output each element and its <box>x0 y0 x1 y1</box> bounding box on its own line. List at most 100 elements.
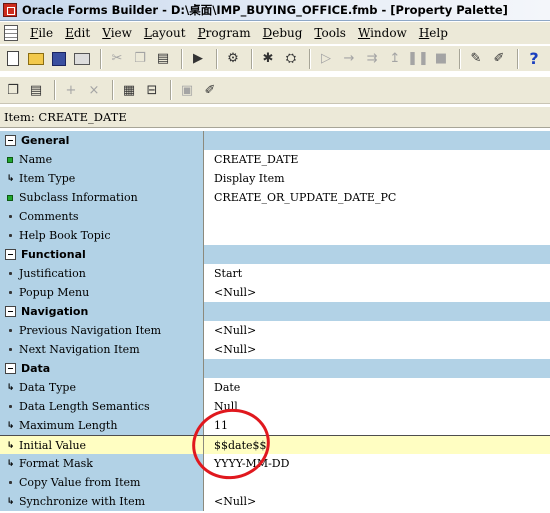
union-intersection-icon[interactable]: ▣ <box>177 80 197 100</box>
menu-view[interactable]: View <box>96 26 138 40</box>
add-property-icon[interactable]: + <box>61 80 81 100</box>
section-functional[interactable]: Functional <box>0 245 550 264</box>
step-into-icon[interactable]: → <box>339 49 359 69</box>
property-row[interactable]: ↳ Data Type Date <box>0 378 550 397</box>
default-dot-icon <box>9 481 12 484</box>
default-dot-icon <box>9 291 12 294</box>
cut-icon[interactable]: ✂ <box>107 49 127 69</box>
green-square-icon <box>7 194 13 201</box>
property-row-selected[interactable]: ↳ Initial Value $$date$$ <box>0 435 550 455</box>
property-value[interactable]: YYYY-MM-DD <box>204 454 550 473</box>
title-bar: Oracle Forms Builder - D:\桌面\IMP_BUYING_… <box>0 0 550 21</box>
toolbar-separator <box>251 48 253 69</box>
property-value[interactable] <box>204 473 550 492</box>
toolbar-separator <box>216 48 218 69</box>
stop-icon[interactable]: ■ <box>431 49 451 69</box>
toolbar-separator <box>459 48 461 69</box>
property-class-icon[interactable]: ▦ <box>119 80 139 100</box>
paste-properties-icon[interactable]: ▤ <box>26 80 46 100</box>
property-value[interactable]: CREATE_DATE <box>204 150 550 169</box>
property-row[interactable]: ↳ Maximum Length 11 <box>0 416 550 435</box>
property-value[interactable] <box>204 226 550 245</box>
new-icon[interactable] <box>3 49 23 69</box>
toolbar-separator <box>517 48 519 69</box>
delete-property-icon[interactable]: × <box>84 80 104 100</box>
open-icon[interactable] <box>26 49 46 69</box>
freeze-icon[interactable]: ✐ <box>200 80 220 100</box>
property-value[interactable]: 11 <box>204 416 550 435</box>
print-icon[interactable] <box>72 49 92 69</box>
menu-edit[interactable]: Edit <box>59 26 96 40</box>
wizard-icon[interactable]: ✎ <box>466 49 486 69</box>
property-row[interactable]: Data Length Semantics Null <box>0 397 550 416</box>
property-value[interactable]: <Null> <box>204 492 550 511</box>
property-value[interactable]: <Null> <box>204 283 550 302</box>
toolbar-separator <box>54 80 56 100</box>
menu-help[interactable]: Help <box>413 26 454 40</box>
go-icon[interactable]: ▷ <box>316 49 336 69</box>
section-general[interactable]: General <box>0 131 550 150</box>
property-row[interactable]: Next Navigation Item <Null> <box>0 340 550 359</box>
property-row[interactable]: Previous Navigation Item <Null> <box>0 321 550 340</box>
layout-wizard-icon[interactable]: ✐ <box>489 49 509 69</box>
compile-icon[interactable]: ⚙ <box>223 49 243 69</box>
initial-value-field[interactable]: $$date$$ <box>204 436 550 455</box>
section-data[interactable]: Data <box>0 359 550 378</box>
property-row[interactable]: ↳ Synchronize with Item <Null> <box>0 492 550 511</box>
inherit-icon[interactable]: ⊟ <box>142 80 162 100</box>
run-form-icon[interactable]: ▶ <box>188 49 208 69</box>
default-dot-icon <box>9 405 12 408</box>
copy-properties-icon[interactable]: ❐ <box>3 80 23 100</box>
copy-icon[interactable]: ❐ <box>130 49 150 69</box>
menu-tools[interactable]: Tools <box>308 26 352 40</box>
property-row[interactable]: Copy Value from Item <box>0 473 550 492</box>
property-value[interactable]: <Null> <box>204 340 550 359</box>
property-row[interactable]: Subclass Information CREATE_OR_UPDATE_DA… <box>0 188 550 207</box>
changed-arrow-icon: ↳ <box>6 382 15 393</box>
property-value[interactable]: Date <box>204 378 550 397</box>
property-value[interactable]: Display Item <box>204 169 550 188</box>
property-value[interactable]: CREATE_OR_UPDATE_DATE_PC <box>204 188 550 207</box>
property-grid: General Name CREATE_DATE ↳ Item Type Disp… <box>0 131 550 511</box>
property-row[interactable]: Help Book Topic <box>0 226 550 245</box>
collapse-icon[interactable] <box>5 135 16 146</box>
menu-program[interactable]: Program <box>192 26 257 40</box>
collapse-icon[interactable] <box>5 363 16 374</box>
property-row[interactable]: ↳ Item Type Display Item <box>0 169 550 188</box>
property-row[interactable]: Name CREATE_DATE <box>0 150 550 169</box>
property-row[interactable]: Popup Menu <Null> <box>0 283 550 302</box>
property-value[interactable] <box>204 207 550 226</box>
step-out-icon[interactable]: ↥ <box>385 49 405 69</box>
save-icon[interactable] <box>49 49 69 69</box>
changed-arrow-icon: ↳ <box>6 496 15 507</box>
paste-icon[interactable]: ▤ <box>153 49 173 69</box>
collapse-icon[interactable] <box>5 306 16 317</box>
property-value[interactable]: Start <box>204 264 550 283</box>
property-palette-doc-icon[interactable] <box>4 25 18 41</box>
menu-debug[interactable]: Debug <box>257 26 309 40</box>
property-value[interactable]: Null <box>204 397 550 416</box>
section-navigation[interactable]: Navigation <box>0 302 550 321</box>
property-value[interactable]: <Null> <box>204 321 550 340</box>
menu-bar: File Edit View Layout Program Debug Tool… <box>0 22 550 44</box>
toolbar-separator <box>170 80 172 100</box>
step-over-icon[interactable]: ⇉ <box>362 49 382 69</box>
run-debug-icon[interactable]: ✱ <box>258 49 278 69</box>
menu-window[interactable]: Window <box>352 26 413 40</box>
green-square-icon <box>7 156 13 163</box>
debug-module-icon[interactable]: ⛭ <box>281 49 301 69</box>
property-row[interactable]: ↳ Format Mask YYYY-MM-DD <box>0 454 550 473</box>
window-title: Oracle Forms Builder - D:\桌面\IMP_BUYING_… <box>22 3 508 17</box>
menu-file[interactable]: File <box>24 26 59 40</box>
toolbar-separator <box>309 48 311 69</box>
collapse-icon[interactable] <box>5 249 16 260</box>
menu-layout[interactable]: Layout <box>138 26 192 40</box>
main-toolbar: ✂ ❐ ▤ ▶ ⚙ ✱ ⛭ ▷ → ⇉ ↥ ❚❚ ■ ✎ ✐ ? <box>0 45 550 71</box>
help-icon[interactable]: ? <box>524 49 544 69</box>
default-dot-icon <box>9 234 12 237</box>
property-row[interactable]: Justification Start <box>0 264 550 283</box>
default-dot-icon <box>9 272 12 275</box>
property-row[interactable]: Comments <box>0 207 550 226</box>
changed-arrow-icon: ↳ <box>6 458 15 469</box>
pause-icon[interactable]: ❚❚ <box>407 49 429 69</box>
